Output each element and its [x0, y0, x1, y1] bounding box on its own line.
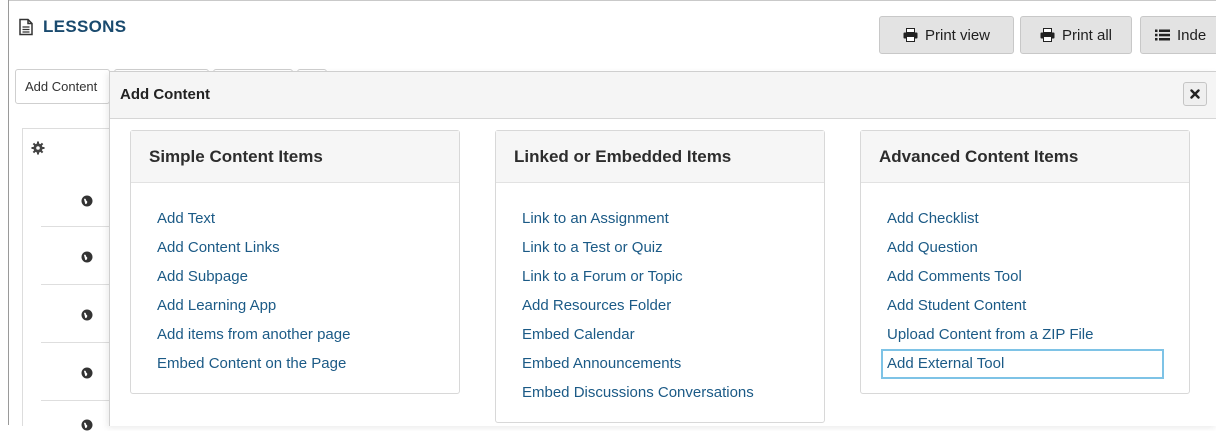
- globe-icon: [81, 195, 93, 207]
- linked-embedded-items-panel: Linked or Embedded Items Link to an Assi…: [495, 130, 825, 423]
- panel-heading: Simple Content Items: [131, 131, 459, 183]
- add-content-links-link[interactable]: Add Content Links: [153, 237, 284, 258]
- page-header: LESSONS: [17, 17, 126, 37]
- globe-icon: [81, 367, 93, 379]
- list-item: Add Question: [861, 233, 1189, 262]
- list-item: Add items from another page: [131, 320, 459, 349]
- list-item: Embed Announcements: [496, 349, 824, 378]
- close-dialog-button[interactable]: [1183, 82, 1207, 106]
- print-view-label: Print view: [924, 26, 991, 44]
- list-item: Add External Tool: [861, 349, 1189, 379]
- advanced-content-items-panel: Advanced Content Items Add Checklist Add…: [860, 130, 1190, 394]
- index-label: Inde: [1177, 26, 1207, 44]
- link-to-assignment-link[interactable]: Link to an Assignment: [518, 208, 673, 229]
- embed-calendar-link[interactable]: Embed Calendar: [518, 324, 639, 345]
- add-content-dialog: Add Content Simple Content Items Add Tex…: [109, 71, 1216, 426]
- simple-content-items-list: Add Text Add Content Links Add Subpage A…: [131, 183, 459, 394]
- list-item: Link to an Assignment: [496, 204, 824, 233]
- globe-icon: [81, 419, 93, 431]
- advanced-content-items-list: Add Checklist Add Question Add Comments …: [861, 183, 1189, 394]
- panel-heading: Advanced Content Items: [861, 131, 1189, 183]
- list-item: Add Text: [131, 204, 459, 233]
- list-item: Add Resources Folder: [496, 291, 824, 320]
- add-text-link[interactable]: Add Text: [153, 208, 219, 229]
- add-items-from-another-page-link[interactable]: Add items from another page: [153, 324, 354, 345]
- add-checklist-link[interactable]: Add Checklist: [883, 208, 983, 229]
- printer-icon: [903, 28, 918, 42]
- add-subpage-link[interactable]: Add Subpage: [153, 266, 252, 287]
- list-item: Add Learning App: [131, 291, 459, 320]
- add-learning-app-link[interactable]: Add Learning App: [153, 295, 280, 316]
- print-all-label: Print all: [1061, 26, 1113, 44]
- page-left-border: [8, 0, 9, 425]
- print-all-button[interactable]: Print all: [1020, 16, 1132, 54]
- document-icon: [19, 18, 33, 36]
- list-item: Add Checklist: [861, 204, 1189, 233]
- list-item: Embed Calendar: [496, 320, 824, 349]
- link-to-test-or-quiz-link[interactable]: Link to a Test or Quiz: [518, 237, 667, 258]
- list-item: Embed Discussions Conversations: [496, 378, 824, 407]
- dialog-title: Add Content: [120, 86, 210, 103]
- embed-discussions-conversations-link[interactable]: Embed Discussions Conversations: [518, 382, 758, 403]
- simple-content-items-panel: Simple Content Items Add Text Add Conten…: [130, 130, 460, 394]
- upload-content-from-zip-link[interactable]: Upload Content from a ZIP File: [883, 324, 1097, 345]
- add-question-link[interactable]: Add Question: [883, 237, 982, 258]
- globe-icon: [81, 309, 93, 321]
- list-item: Add Student Content: [861, 291, 1189, 320]
- add-external-tool-link[interactable]: Add External Tool: [881, 349, 1164, 379]
- add-resources-folder-link[interactable]: Add Resources Folder: [518, 295, 675, 316]
- print-view-button[interactable]: Print view: [879, 16, 1014, 54]
- list-icon: [1155, 29, 1170, 41]
- add-content-tab[interactable]: Add Content: [15, 69, 110, 104]
- index-button[interactable]: Inde: [1140, 16, 1216, 54]
- printer-icon: [1040, 28, 1055, 42]
- linked-embedded-items-list: Link to an Assignment Link to a Test or …: [496, 183, 824, 423]
- list-item: Embed Content on the Page: [131, 349, 459, 378]
- panel-heading: Linked or Embedded Items: [496, 131, 824, 183]
- gear-icon[interactable]: [31, 141, 45, 155]
- page-title: LESSONS: [43, 17, 127, 36]
- list-item: Link to a Forum or Topic: [496, 262, 824, 291]
- list-item: Link to a Test or Quiz: [496, 233, 824, 262]
- dialog-header: Add Content: [110, 72, 1216, 119]
- add-student-content-link[interactable]: Add Student Content: [883, 295, 1030, 316]
- embed-content-on-page-link[interactable]: Embed Content on the Page: [153, 353, 350, 374]
- add-content-tab-label: Add Content: [25, 79, 98, 94]
- page-top-border: [8, 0, 1216, 1]
- list-item: Add Subpage: [131, 262, 459, 291]
- list-item: Upload Content from a ZIP File: [861, 320, 1189, 349]
- link-to-forum-or-topic-link[interactable]: Link to a Forum or Topic: [518, 266, 687, 287]
- list-item: Add Comments Tool: [861, 262, 1189, 291]
- embed-announcements-link[interactable]: Embed Announcements: [518, 353, 685, 374]
- globe-icon: [81, 251, 93, 263]
- list-item: Add Content Links: [131, 233, 459, 262]
- add-comments-tool-link[interactable]: Add Comments Tool: [883, 266, 1026, 287]
- close-icon: [1190, 89, 1200, 99]
